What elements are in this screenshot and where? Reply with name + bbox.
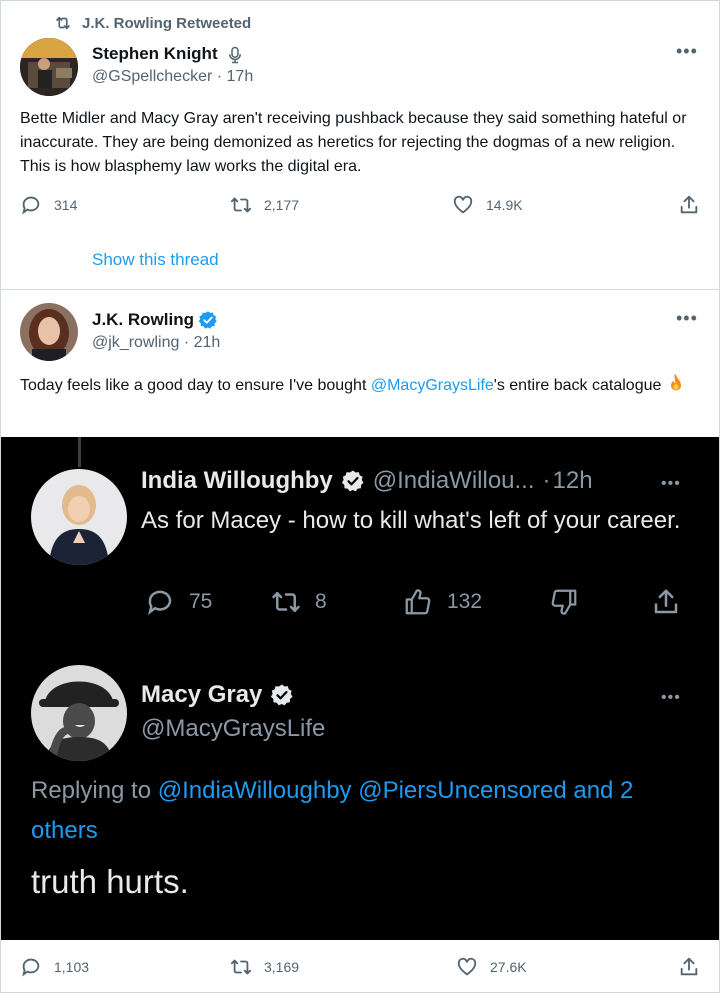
tweet1-retweet-count: 2,177 — [264, 197, 300, 213]
thumbs-down-icon — [551, 589, 577, 615]
retweet-icon — [230, 197, 252, 213]
tweet2-handle[interactable]: @jk_rowling — [92, 334, 179, 351]
india-upvote-action: 132 — [403, 587, 482, 617]
india-time-sep: · — [542, 467, 551, 494]
show-thread-link[interactable]: Show this thread — [92, 250, 219, 270]
macy-name: Macy Gray — [141, 681, 263, 708]
replying-to-mention-1: @IndiaWilloughby — [157, 777, 352, 804]
avatar-image — [20, 303, 78, 361]
india-time: 12h — [552, 467, 593, 494]
verified-badge-icon — [341, 470, 364, 492]
tweet2-meta: @jk_rowling · 21h — [92, 334, 221, 351]
tweet2-retweet-count: 3,169 — [264, 959, 300, 975]
india-retweet-action: 8 — [271, 587, 327, 617]
avatar-macy-gray — [31, 665, 127, 761]
retweet-banner: J.K. Rowling Retweeted — [54, 14, 251, 32]
india-upvote-count: 132 — [447, 590, 483, 613]
tweet2-time[interactable]: 21h — [194, 334, 221, 351]
tweet1-text: Bette Midler and Macy Gray aren't receiv… — [20, 110, 687, 175]
tweet1-meta: @GSpellchecker · 17h — [92, 68, 254, 85]
tweet1-like-button[interactable]: 14.9K — [452, 194, 523, 216]
tweet2-header: J.K. Rowling — [92, 310, 218, 330]
tweet1-retweet-button[interactable]: 2,177 — [230, 194, 299, 216]
india-name: India Willoughby — [141, 467, 333, 494]
reply-icon — [22, 958, 40, 977]
tweet2-more-icon[interactable]: ••• — [676, 309, 698, 327]
tweet1-share-button[interactable] — [678, 194, 700, 216]
tweet1-time[interactable]: 17h — [227, 68, 254, 85]
heart-icon — [453, 195, 473, 214]
avatar-image — [20, 38, 78, 96]
tweet2-mention-link[interactable]: @MacyGraysLife — [371, 377, 494, 394]
retweet-icon — [56, 16, 70, 30]
tweet1-handle[interactable]: @GSpellchecker — [92, 68, 212, 85]
tweet-divider — [0, 289, 720, 290]
india-share-action — [651, 587, 681, 617]
tweet1-header: Stephen Knight — [92, 44, 244, 64]
avatar-stephen-knight[interactable] — [20, 38, 78, 96]
microphone-icon — [229, 46, 242, 64]
macy-handle: @MacyGraysLife — [141, 715, 326, 742]
tweet2-retweet-button[interactable]: 3,169 — [230, 956, 299, 978]
retweet-banner-text: J.K. Rowling Retweeted — [82, 14, 252, 32]
india-header: India Willoughby @IndiaWillou... · 12h — [141, 467, 593, 495]
macy-more-icon: ••• — [661, 689, 681, 706]
tweet1-reply-button[interactable]: 314 — [20, 194, 77, 216]
replying-to-prefix: Replying to — [31, 777, 158, 804]
avatar-image — [31, 665, 127, 761]
share-icon — [680, 195, 698, 214]
avatar-india-willoughby — [31, 469, 127, 565]
tweet2-like-button[interactable]: 27.6K — [456, 956, 527, 978]
india-retweet-count: 8 — [315, 590, 327, 613]
tweet2-reply-count: 1,103 — [54, 959, 90, 975]
embedded-screenshot: India Willoughby @IndiaWillou... · 12h ••… — [1, 437, 719, 940]
heart-icon — [457, 957, 477, 976]
retweet-icon — [230, 959, 252, 975]
tweet2-text: Today feels like a good day to ensure I'… — [20, 373, 704, 398]
india-more-icon: ••• — [661, 475, 681, 492]
tweet1-like-count: 14.9K — [486, 197, 523, 213]
tweet2-text-before: Today feels like a good day to ensure I'… — [20, 377, 371, 394]
reply-icon — [148, 590, 172, 616]
thread-connector-line — [78, 437, 81, 467]
tweet2-author-name[interactable]: J.K. Rowling — [92, 310, 194, 330]
retweet-icon — [272, 592, 300, 612]
macy-text: truth hurts. — [31, 863, 189, 900]
verified-badge-icon — [198, 311, 217, 329]
india-handle: @IndiaWillou... — [372, 467, 535, 494]
india-text: As for Macey - how to kill what's left o… — [141, 507, 681, 534]
tweet2-text-after: 's entire back catalogue — [493, 377, 662, 394]
avatar-jk-rowling[interactable] — [20, 303, 78, 361]
tweet2-like-count: 27.6K — [490, 959, 527, 975]
verified-badge-icon — [271, 684, 293, 706]
fire-icon — [670, 374, 681, 391]
india-downvote-action — [549, 587, 579, 617]
macy-header: Macy Gray — [141, 681, 294, 709]
avatar-image — [31, 469, 127, 565]
tweet1-more-icon[interactable]: ••• — [676, 42, 698, 60]
share-icon — [654, 589, 678, 614]
replying-to-mention-2: @PiersUncensored — [358, 777, 567, 804]
macy-replying-to: Replying to @IndiaWilloughby @PiersUncen… — [31, 771, 701, 851]
india-reply-count: 75 — [189, 590, 213, 613]
tweet1-reply-count: 314 — [54, 197, 78, 213]
tweet1-author-name[interactable]: Stephen Knight — [92, 44, 218, 63]
thumbs-up-icon — [405, 589, 431, 615]
reply-icon — [22, 196, 40, 215]
tweet2-reply-button[interactable]: 1,103 — [20, 956, 89, 978]
share-icon — [680, 957, 698, 976]
india-reply-action: 75 — [145, 587, 212, 617]
tweet2-share-button[interactable] — [678, 956, 700, 978]
